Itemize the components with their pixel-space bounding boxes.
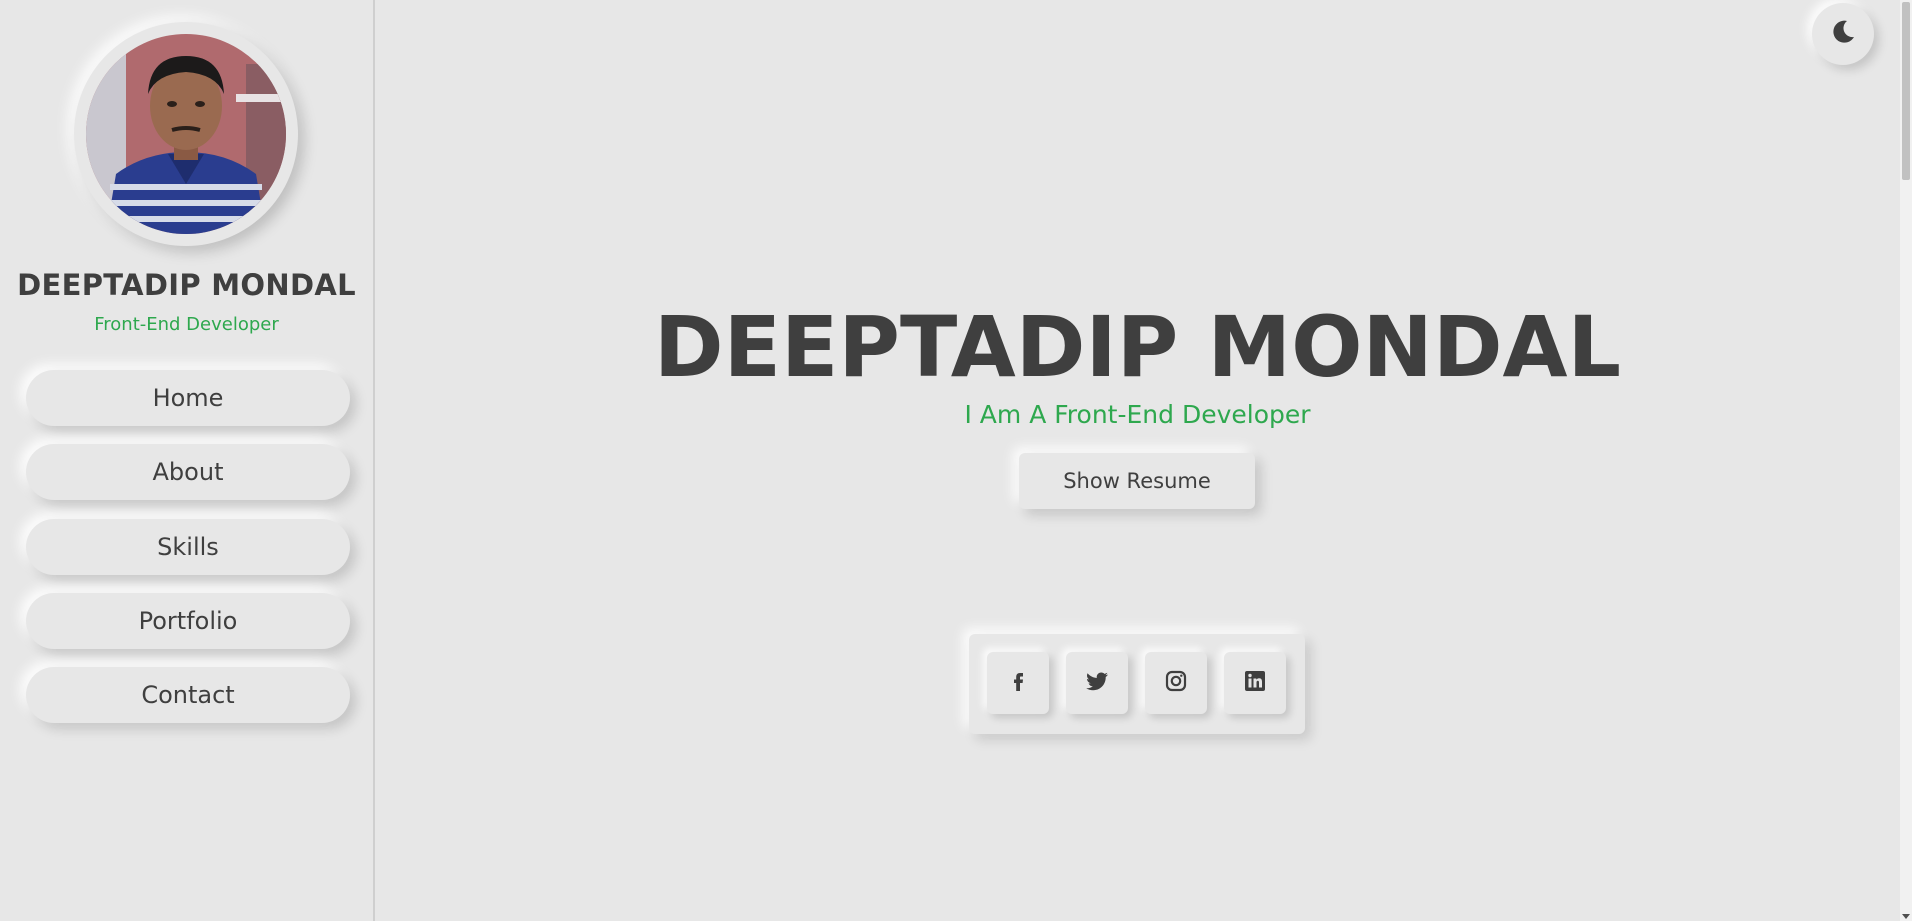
moon-icon (1829, 18, 1857, 50)
instagram-icon (1164, 669, 1188, 697)
linkedin-icon (1243, 669, 1267, 697)
hero-title: DEEPTADIP MONDAL (653, 298, 1622, 396)
show-resume-button[interactable]: Show Resume (1019, 453, 1255, 509)
hero-subtitle: I Am A Front-End Developer (964, 400, 1311, 429)
nav-skills-button[interactable]: Skills (26, 519, 350, 575)
nav-home-button[interactable]: Home (26, 370, 350, 426)
nav-portfolio-button[interactable]: Portfolio (26, 593, 350, 649)
nav-contact-button[interactable]: Contact (26, 667, 350, 723)
theme-toggle-button[interactable] (1812, 3, 1874, 65)
avatar-frame (74, 22, 298, 246)
avatar (86, 34, 286, 234)
sidebar-name: DEEPTADIP MONDAL (17, 268, 356, 302)
scrollbar-thumb[interactable] (1902, 2, 1910, 180)
facebook-icon (1006, 669, 1030, 697)
linkedin-link[interactable] (1224, 652, 1286, 714)
facebook-link[interactable] (987, 652, 1049, 714)
sidebar: DEEPTADIP MONDAL Front-End Developer Hom… (0, 0, 375, 921)
twitter-icon (1084, 669, 1110, 697)
twitter-link[interactable] (1066, 652, 1128, 714)
nav-about-button[interactable]: About (26, 444, 350, 500)
social-links (969, 634, 1305, 734)
scrollbar[interactable] (1900, 0, 1912, 921)
scroll-down-arrow-icon[interactable] (1902, 914, 1910, 919)
instagram-link[interactable] (1145, 652, 1207, 714)
sidebar-role: Front-End Developer (94, 314, 279, 335)
